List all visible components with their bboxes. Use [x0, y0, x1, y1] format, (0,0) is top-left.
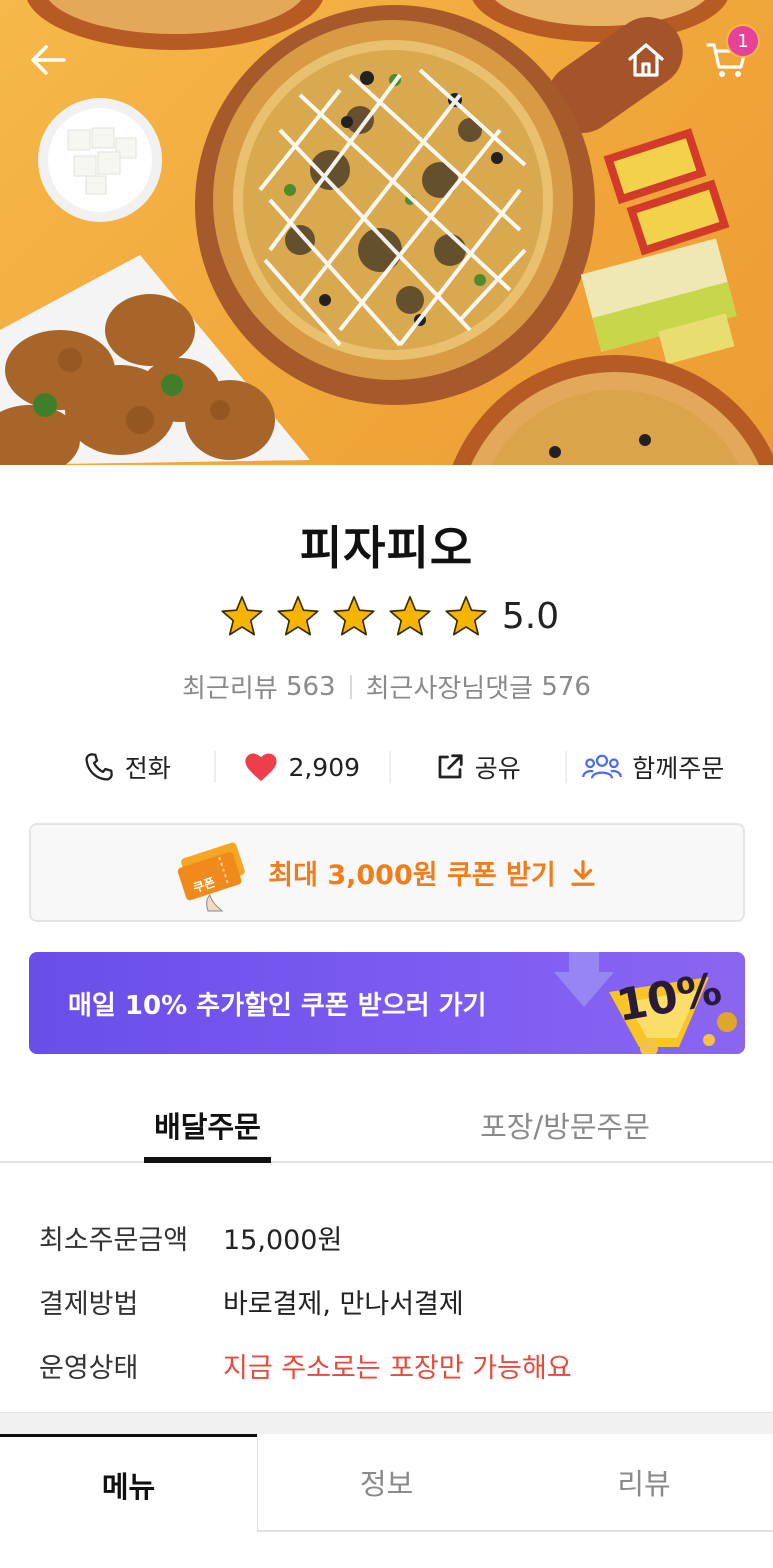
tab-info[interactable]: 정보 [257, 1434, 515, 1532]
recent-reviews-label: 최근리뷰 [182, 674, 278, 704]
order-info: 최소주문금액 15,000원 결제방법 바로결제, 만나서결제 운영상태 지금 … [39, 1205, 739, 1397]
discount-graphic: 10% [554, 952, 737, 1054]
back-arrow-icon [31, 45, 66, 75]
payment-label: 결제방법 [39, 1288, 139, 1320]
heart-icon [245, 753, 278, 782]
star-icon [270, 592, 326, 640]
rating-row: 5.0 [0, 592, 773, 640]
divider [349, 674, 352, 699]
tab-delivery-order[interactable]: 배달주문 [144, 1090, 271, 1163]
call-label: 전화 [124, 754, 171, 783]
min-order-value: 15,000원 [223, 1224, 343, 1256]
payment-value: 바로결제, 만나서결제 [223, 1288, 464, 1320]
coupon-label: 최대 3,000원 쿠폰 받기 [268, 860, 556, 891]
review-counts[interactable]: 최근리뷰 563 최근사장님댓글 576 [0, 668, 773, 705]
coupon-download-button[interactable]: 쿠폰 최대 3,000원 쿠폰 받기 [29, 823, 745, 922]
group-icon [582, 754, 623, 779]
star-icon [438, 592, 494, 640]
tab-pickup-order[interactable]: 포장/방문주문 [440, 1090, 690, 1163]
like-button[interactable]: 2,909 [216, 752, 390, 782]
back-button[interactable] [22, 34, 74, 86]
hero-image: 1 [0, 0, 773, 465]
recent-reviews-count: 563 [285, 671, 336, 702]
download-arrow-icon [571, 859, 595, 886]
promo-label: 매일 10% 추가할인 쿠폰 받으러 가기 [68, 991, 487, 1021]
min-order-label: 최소주문금액 [39, 1224, 189, 1256]
star-icon [382, 592, 438, 640]
call-button[interactable]: 전화 [40, 749, 214, 785]
content-tabs: 메뉴 정보 리뷰 [0, 1434, 773, 1568]
owner-replies-label: 최근사장님댓글 [365, 674, 534, 704]
info-row-payment: 결제방법 바로결제, 만나서결제 [39, 1269, 739, 1333]
section-divider [0, 1412, 773, 1434]
home-button[interactable] [620, 34, 672, 86]
order-type-tabs: 배달주문 포장/방문주문 [0, 1090, 773, 1163]
share-label: 공유 [474, 754, 521, 783]
star-icon [214, 592, 270, 640]
promo-badge-text: 10% [613, 963, 726, 1032]
phone-icon [85, 753, 113, 781]
info-row-status: 운영상태 지금 주소로는 포장만 가능해요 [39, 1333, 739, 1397]
daily-coupon-banner[interactable]: 매일 10% 추가할인 쿠폰 받으러 가기 10% [29, 952, 745, 1054]
home-icon [628, 43, 664, 77]
tab-review[interactable]: 리뷰 [515, 1434, 773, 1532]
status-value: 지금 주소로는 포장만 가능해요 [223, 1352, 572, 1384]
like-count: 2,909 [288, 752, 361, 782]
star-icon [326, 592, 382, 640]
coupon-ticket-icon: 쿠폰 [178, 842, 245, 911]
share-button[interactable]: 공유 [391, 749, 565, 785]
group-order-label: 함께주문 [632, 754, 725, 783]
status-label: 운영상태 [39, 1352, 139, 1384]
rating-value: 5.0 [501, 595, 560, 637]
owner-replies-count: 576 [541, 671, 591, 702]
tab-menu[interactable]: 메뉴 [0, 1434, 257, 1532]
store-name: 피자피오 [299, 521, 474, 575]
group-order-button[interactable]: 함께주문 [567, 749, 741, 785]
cart-count-badge: 1 [726, 24, 760, 58]
store-actions: 전화 2,909 공유 함께주문 [40, 740, 740, 794]
share-icon [438, 754, 463, 779]
info-row-min-order: 최소주문금액 15,000원 [39, 1205, 739, 1269]
